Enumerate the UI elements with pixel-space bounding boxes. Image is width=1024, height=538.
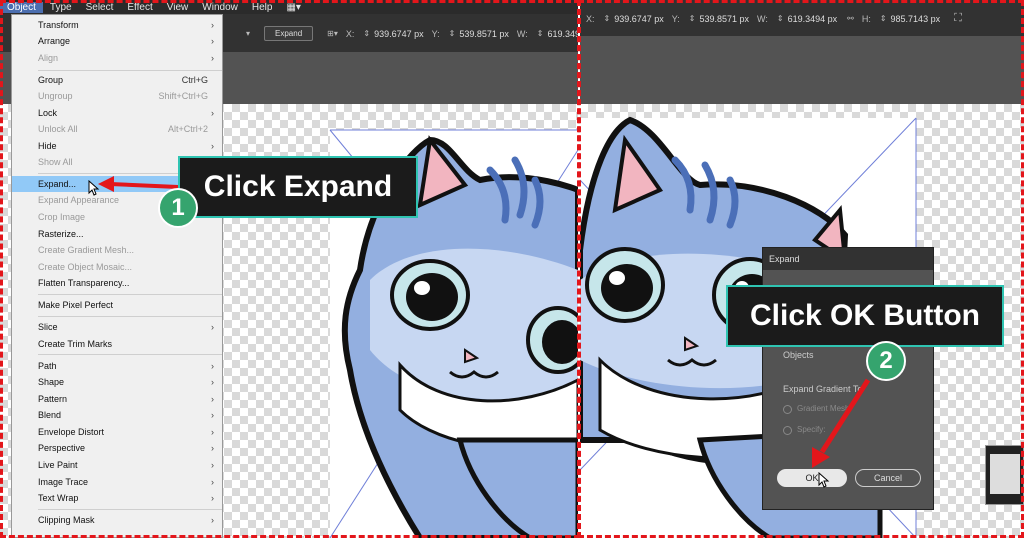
arrow-to-expand-icon: [98, 176, 179, 192]
arrow-to-ok-icon: [812, 378, 871, 468]
step-2-badge: 2: [866, 341, 906, 381]
step-1-badge: 1: [158, 188, 198, 228]
callout-click-expand: Click Expand: [178, 156, 418, 218]
callout-click-ok: Click OK Button: [726, 285, 1004, 347]
annotation-arrows: [98, 176, 871, 468]
